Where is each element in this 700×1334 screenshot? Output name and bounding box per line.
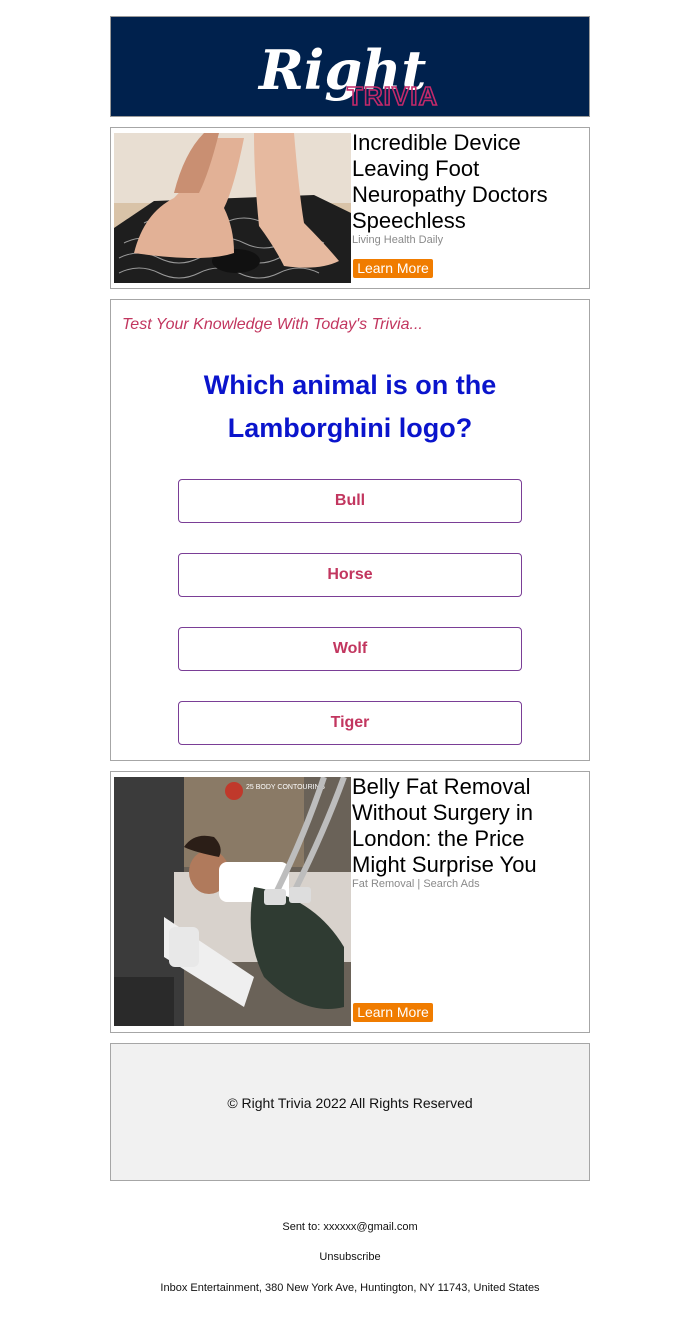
- copyright-text: © Right Trivia 2022 All Rights Reserved: [227, 1095, 473, 1111]
- answer-button-bull[interactable]: Bull: [178, 479, 522, 523]
- answer-button-wolf[interactable]: Wolf: [178, 627, 522, 671]
- unsubscribe-link[interactable]: Unsubscribe: [0, 1251, 700, 1263]
- answer-button-horse[interactable]: Horse: [178, 553, 522, 597]
- ad1-learn-more-button[interactable]: Learn More: [353, 259, 433, 278]
- trivia-prompt: Test Your Knowledge With Today's Trivia.…: [122, 316, 423, 333]
- trivia-question: Which animal is on the Lamborghini logo?: [203, 370, 497, 443]
- sponsored-ad-1[interactable]: Incredible Device Leaving Foot Neuropath…: [110, 127, 590, 289]
- right-trivia-logo: Right TRIVIA: [257, 38, 438, 112]
- body-contouring-photo: 25 BODY CONTOURING: [114, 777, 351, 1026]
- logo-word-text: TRIVIA: [347, 81, 438, 111]
- sent-to-text: Sent to: xxxxxx@gmail.com: [282, 1221, 418, 1233]
- ad2-image[interactable]: 25 BODY CONTOURING: [114, 777, 351, 1026]
- sender-address: Inbox Entertainment, 380 New York Ave, H…: [160, 1282, 540, 1294]
- sponsored-ad-2[interactable]: 25 BODY CONTOURING Belly Fat Removal Wit…: [110, 771, 590, 1033]
- ad2-image-badge: 25 BODY CONTOURING: [246, 784, 325, 791]
- footer-box: © Right Trivia 2022 All Rights Reserved: [110, 1043, 590, 1181]
- ad1-title[interactable]: Incredible Device Leaving Foot Neuropath…: [352, 130, 584, 234]
- header-banner: Right TRIVIA: [110, 16, 590, 117]
- ad2-title[interactable]: Belly Fat Removal Without Surgery in Lon…: [352, 774, 584, 878]
- feet-on-mat-photo: [114, 133, 351, 283]
- ad2-learn-more-button[interactable]: Learn More: [353, 1003, 433, 1022]
- answer-button-tiger[interactable]: Tiger: [178, 701, 522, 745]
- ad1-source: Living Health Daily: [352, 234, 444, 246]
- trivia-card: Test Your Knowledge With Today's Trivia.…: [110, 299, 590, 761]
- ad2-source: Fat Removal | Search Ads: [352, 878, 480, 890]
- ad1-image[interactable]: [114, 133, 351, 283]
